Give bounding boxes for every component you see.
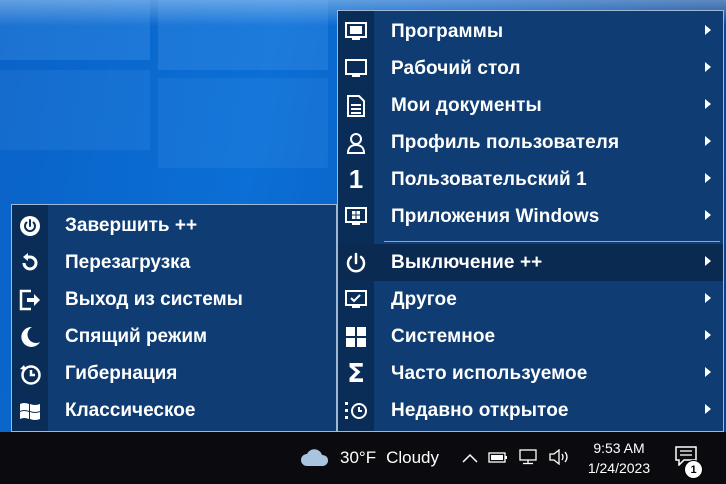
submenu-arrow-icon	[705, 293, 711, 303]
chevron-up-icon[interactable]	[462, 450, 478, 466]
menu-item-recent[interactable]: Недавно открытое	[338, 392, 723, 429]
menu-item-other[interactable]: Другое	[338, 281, 723, 318]
windows-logo-icon	[338, 318, 374, 355]
battery-icon[interactable]	[488, 450, 508, 467]
sigma-icon: Σ	[347, 358, 365, 389]
checkmark-monitor-icon	[338, 281, 374, 318]
submenu-arrow-icon	[705, 256, 711, 266]
submenu-item-hibernate[interactable]: Гибернация	[12, 355, 336, 392]
wallpaper-pane	[158, 78, 328, 168]
weather-widget[interactable]: 30°F Cloudy	[300, 432, 439, 484]
document-icon	[338, 87, 374, 124]
submenu-item-label: Выход из системы	[65, 288, 243, 310]
menu-item-desktop[interactable]: Рабочий стол	[338, 50, 723, 87]
power-icon	[338, 244, 374, 281]
menu-item-label: Недавно открытое	[391, 399, 569, 421]
submenu-item-label: Классическое	[65, 399, 196, 421]
user-icon	[338, 124, 374, 161]
notification-count-badge: 1	[684, 460, 703, 479]
menu-item-label: Программы	[391, 20, 504, 42]
wallpaper-pane	[0, 0, 150, 60]
submenu-item-logout[interactable]: Выход из системы	[12, 281, 336, 318]
menu-item-system[interactable]: Системное	[338, 318, 723, 355]
menu-item-frequent[interactable]: Σ Часто используемое	[338, 355, 723, 392]
menu-item-label: Пользовательский 1	[391, 168, 587, 190]
clock-date: 1/24/2023	[587, 460, 651, 476]
monitor-icon	[338, 50, 374, 87]
submenu-arrow-icon	[705, 25, 711, 35]
menu-item-documents[interactable]: Мои документы	[338, 87, 723, 124]
wallpaper-pane	[158, 0, 328, 70]
submenu-arrow-icon	[705, 210, 711, 220]
submenu-arrow-icon	[705, 99, 711, 109]
monitor-window-icon	[338, 13, 374, 50]
submenu-arrow-icon	[705, 367, 711, 377]
submenu-arrow-icon	[705, 136, 711, 146]
menu-item-label: Приложения Windows	[391, 205, 600, 227]
menu-item-shutdown[interactable]: Выключение ++	[338, 244, 723, 281]
weather-temperature: 30°F	[340, 448, 377, 467]
windows-apps-icon	[338, 198, 374, 235]
menu-separator	[384, 241, 720, 242]
hibernate-clock-icon	[12, 355, 48, 392]
submenu-item-label: Спящий режим	[65, 325, 208, 347]
taskbar: 30°F Cloudy 9:53 AM 1/24/2023 1	[0, 432, 726, 484]
power-circle-icon	[12, 207, 48, 244]
logout-icon	[12, 281, 48, 318]
submenu-item-classic[interactable]: Классическое	[12, 392, 336, 429]
menu-item-programs[interactable]: Программы	[338, 13, 723, 50]
submenu-arrow-icon	[705, 404, 711, 414]
submenu-item-shutdown[interactable]: Завершить ++	[12, 207, 336, 244]
cloud-icon	[300, 448, 330, 468]
wallpaper-pane	[0, 70, 150, 150]
recent-clock-icon	[338, 392, 374, 429]
submenu-arrow-icon	[705, 330, 711, 340]
restart-icon	[12, 244, 48, 281]
menu-item-label: Часто используемое	[391, 362, 588, 384]
main-menu: Программы Рабочий стол Мои документы Про…	[337, 10, 724, 432]
taskbar-clock[interactable]: 9:53 AM 1/24/2023	[580, 438, 658, 478]
volume-icon[interactable]	[548, 448, 570, 468]
number-one-icon: 1	[348, 164, 364, 194]
menu-item-user-profile[interactable]: Профиль пользователя	[338, 124, 723, 161]
menu-item-label: Другое	[391, 288, 457, 310]
network-icon[interactable]	[518, 448, 538, 468]
menu-item-label: Рабочий стол	[391, 57, 521, 79]
menu-item-label: Выключение ++	[391, 251, 543, 273]
submenu-item-label: Гибернация	[65, 362, 178, 384]
submenu-item-sleep[interactable]: Спящий режим	[12, 318, 336, 355]
submenu-item-label: Перезагрузка	[65, 251, 191, 273]
weather-description: Cloudy	[386, 448, 440, 467]
system-tray	[462, 432, 570, 484]
submenu-arrow-icon	[705, 173, 711, 183]
submenu-arrow-icon	[705, 62, 711, 72]
menu-item-label: Профиль пользователя	[391, 131, 620, 153]
shutdown-submenu: Завершить ++ Перезагрузка Выход из систе…	[11, 204, 337, 432]
moon-icon	[12, 318, 48, 355]
clock-time: 9:53 AM	[593, 440, 645, 456]
windows-classic-flag-icon	[12, 392, 48, 429]
menu-item-windows-apps[interactable]: Приложения Windows	[338, 198, 723, 235]
submenu-item-restart[interactable]: Перезагрузка	[12, 244, 336, 281]
menu-item-custom-1[interactable]: 1 Пользовательский 1	[338, 161, 723, 198]
menu-item-label: Мои документы	[391, 94, 542, 116]
submenu-item-label: Завершить ++	[65, 214, 198, 236]
menu-item-label: Системное	[391, 325, 496, 347]
